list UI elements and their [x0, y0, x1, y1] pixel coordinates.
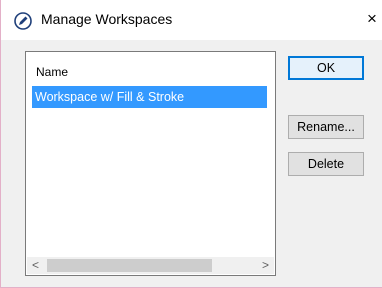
- title-bar[interactable]: Manage Workspaces ×: [1, 0, 382, 40]
- rename-button[interactable]: Rename...: [288, 115, 364, 139]
- list-column-header: Name: [36, 65, 69, 79]
- list-item[interactable]: Workspace w/ Fill & Stroke: [32, 86, 267, 108]
- pen-circle-icon: [14, 12, 32, 30]
- delete-button[interactable]: Delete: [288, 152, 364, 176]
- close-icon[interactable]: ×: [367, 9, 377, 29]
- horizontal-scrollbar[interactable]: < >: [27, 257, 274, 274]
- scroll-thumb[interactable]: [47, 259, 212, 272]
- workspace-list[interactable]: Name Workspace w/ Fill & Stroke < >: [25, 51, 276, 276]
- scroll-left-icon[interactable]: <: [27, 257, 44, 274]
- manage-workspaces-dialog: Manage Workspaces × Name Workspace w/ Fi…: [0, 0, 382, 288]
- dialog-title: Manage Workspaces: [41, 11, 173, 27]
- ok-button[interactable]: OK: [288, 56, 364, 80]
- scroll-right-icon[interactable]: >: [257, 257, 274, 274]
